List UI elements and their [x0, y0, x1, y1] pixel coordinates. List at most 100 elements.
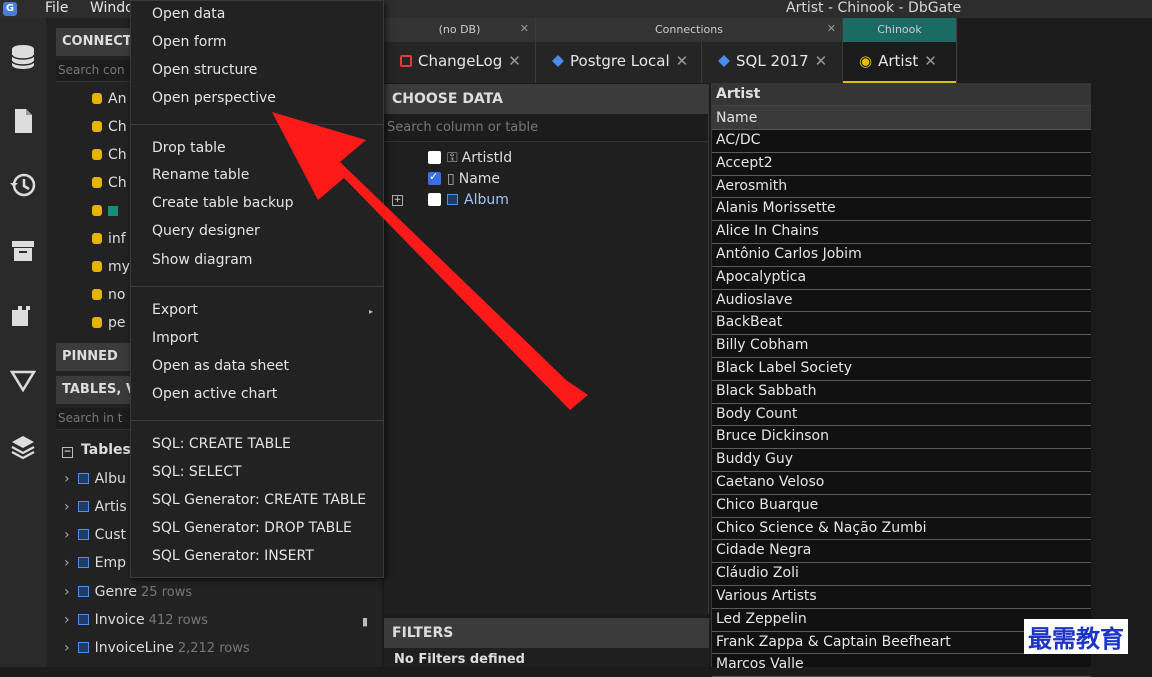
database-icon — [92, 205, 102, 216]
connection-item[interactable]: no — [92, 287, 125, 303]
menu-query-designer[interactable]: Query designer — [152, 223, 260, 239]
menu-create-table-backup[interactable]: Create table backup — [152, 195, 293, 211]
grid-row[interactable]: Chico Buarque — [712, 495, 1091, 518]
table-row[interactable]: › Cust — [64, 527, 130, 543]
grid-row[interactable]: Billy Cobham — [712, 335, 1091, 358]
grid-row[interactable]: Black Sabbath — [712, 381, 1091, 404]
close-icon[interactable]: ✕ — [676, 52, 689, 70]
menu-window[interactable]: Windo — [90, 0, 134, 16]
menu-sqlgen-create-table[interactable]: SQL Generator: CREATE TABLE — [152, 492, 366, 508]
menu-export[interactable]: Export — [152, 302, 198, 318]
grid-row[interactable]: Marcos Valle — [712, 654, 1091, 677]
table-row[interactable]: › Emp — [64, 555, 130, 571]
column-item-album[interactable]: Album — [428, 192, 509, 208]
menu-open-active-chart[interactable]: Open active chart — [152, 386, 277, 402]
close-icon[interactable]: ✕ — [508, 52, 521, 70]
tables-group[interactable]: − Tables — [62, 442, 131, 458]
menu-import[interactable]: Import — [152, 330, 198, 346]
grid-row[interactable]: Black Label Society — [712, 358, 1091, 381]
grid-row[interactable]: Cláudio Zoli — [712, 563, 1091, 586]
history-icon[interactable] — [8, 170, 38, 200]
checkbox[interactable] — [428, 193, 441, 206]
connection-item[interactable]: An — [92, 91, 126, 107]
menu-drop-table[interactable]: Drop table — [152, 140, 226, 156]
menu-show-diagram[interactable]: Show diagram — [152, 252, 252, 268]
grid-row[interactable]: Various Artists — [712, 586, 1091, 609]
tab-artist[interactable]: ◉ Artist ✕ — [843, 42, 956, 83]
grid-column-header[interactable]: Name — [712, 106, 1091, 130]
tab-group-nodb: (no DB) ✕ ChangeLog ✕ — [384, 18, 536, 83]
grid-row[interactable]: Bruce Dickinson — [712, 426, 1091, 450]
grid-row[interactable]: Antônio Carlos Jobim — [712, 244, 1091, 267]
archive-icon[interactable] — [8, 236, 38, 266]
file-icon[interactable] — [8, 106, 38, 136]
tab-postgre-local[interactable]: Postgre Local ✕ — [536, 42, 702, 83]
grid-row[interactable]: Cidade Negra — [712, 540, 1091, 564]
menu-sqlgen-drop-table[interactable]: SQL Generator: DROP TABLE — [152, 520, 352, 536]
database-icon — [92, 93, 102, 104]
connection-item[interactable]: my — [92, 259, 130, 275]
grid-row[interactable]: Accept2 — [712, 153, 1091, 176]
database-icon — [92, 149, 102, 160]
pin-icon[interactable]: ▮ — [362, 615, 368, 628]
table-row[interactable]: › Genre 25 rows — [64, 584, 192, 600]
menu-file[interactable]: File — [45, 0, 68, 16]
column-item-name[interactable]: ▯Name — [428, 170, 500, 187]
table-row[interactable]: › Artis — [64, 499, 131, 515]
column-search-input[interactable]: Search column or table — [384, 114, 708, 142]
choose-data-header: CHOOSE DATA — [384, 84, 708, 114]
grid-row[interactable]: AC/DC — [712, 130, 1091, 153]
tab-group-header: Chinook — [843, 18, 956, 42]
checkbox[interactable] — [428, 151, 441, 164]
connection-item[interactable]: Ch — [92, 175, 127, 191]
menu-open-perspective[interactable]: Open perspective — [152, 90, 276, 106]
connection-item[interactable]: Ch — [92, 119, 127, 135]
grid-row[interactable]: Buddy Guy — [712, 449, 1091, 472]
chevron-right-icon: › — [64, 640, 70, 656]
choose-data-panel: CHOOSE DATA Search column or table ⚿ Arti… — [384, 84, 709, 614]
connection-item[interactable] — [92, 203, 118, 219]
plugin-icon[interactable] — [8, 300, 38, 330]
tab-group-chinook: Chinook ◉ Artist ✕ — [843, 18, 957, 83]
menu-open-structure[interactable]: Open structure — [152, 62, 257, 78]
table-row[interactable]: › Albu — [64, 471, 130, 487]
connection-item[interactable]: inf — [92, 231, 126, 247]
close-icon[interactable]: ✕ — [520, 22, 529, 35]
table-row[interactable]: › Invoice 412 rows — [64, 612, 208, 628]
submenu-arrow-icon: ▸ — [368, 307, 373, 316]
column-item-artistid[interactable]: ⚿ ArtistId — [428, 150, 512, 166]
connection-item[interactable]: pe — [92, 315, 126, 331]
close-icon[interactable]: ✕ — [827, 22, 836, 35]
menu-sqlgen-insert[interactable]: SQL Generator: INSERT — [152, 548, 314, 564]
grid-row[interactable]: Chico Science & Nação Zumbi — [712, 518, 1091, 541]
grid-row[interactable]: Alice In Chains — [712, 221, 1091, 244]
grid-row[interactable]: Body Count — [712, 404, 1091, 427]
menu-open-form[interactable]: Open form — [152, 34, 226, 50]
menu-sql-select[interactable]: SQL: SELECT — [152, 464, 242, 480]
grid-row[interactable]: Audioslave — [712, 290, 1091, 313]
grid-row[interactable]: Apocalyptica — [712, 267, 1091, 290]
grid-row[interactable]: Caetano Veloso — [712, 472, 1091, 495]
collapse-icon: − — [62, 447, 73, 458]
watermark-logo: 最需教育 — [1024, 619, 1128, 654]
grid-row[interactable]: BackBeat — [712, 312, 1091, 336]
table-icon — [447, 194, 458, 205]
close-icon[interactable]: ✕ — [815, 52, 828, 70]
grid-row[interactable]: Alanis Morissette — [712, 198, 1091, 222]
connection-item[interactable]: Ch — [92, 147, 127, 163]
close-icon[interactable]: ✕ — [924, 52, 937, 70]
filter-icon[interactable] — [8, 366, 38, 396]
tab-changelog[interactable]: ChangeLog ✕ — [384, 42, 535, 83]
table-row[interactable]: › InvoiceLine 2,212 rows — [64, 640, 250, 656]
menu-open-as-data-sheet[interactable]: Open as data sheet — [152, 358, 289, 374]
grid-row[interactable]: Aerosmith — [712, 176, 1091, 199]
tab-sql-2017[interactable]: SQL 2017 ✕ — [702, 42, 842, 83]
menu-rename-table[interactable]: Rename table — [152, 167, 249, 183]
menu-sql-create-table[interactable]: SQL: CREATE TABLE — [152, 436, 291, 452]
checkbox-checked[interactable] — [428, 170, 441, 185]
layers-icon[interactable] — [8, 432, 38, 462]
database-icon[interactable] — [8, 42, 38, 72]
expand-icon[interactable]: + — [392, 195, 403, 206]
connection-icon — [552, 55, 564, 67]
menu-open-data[interactable]: Open data — [152, 6, 225, 22]
